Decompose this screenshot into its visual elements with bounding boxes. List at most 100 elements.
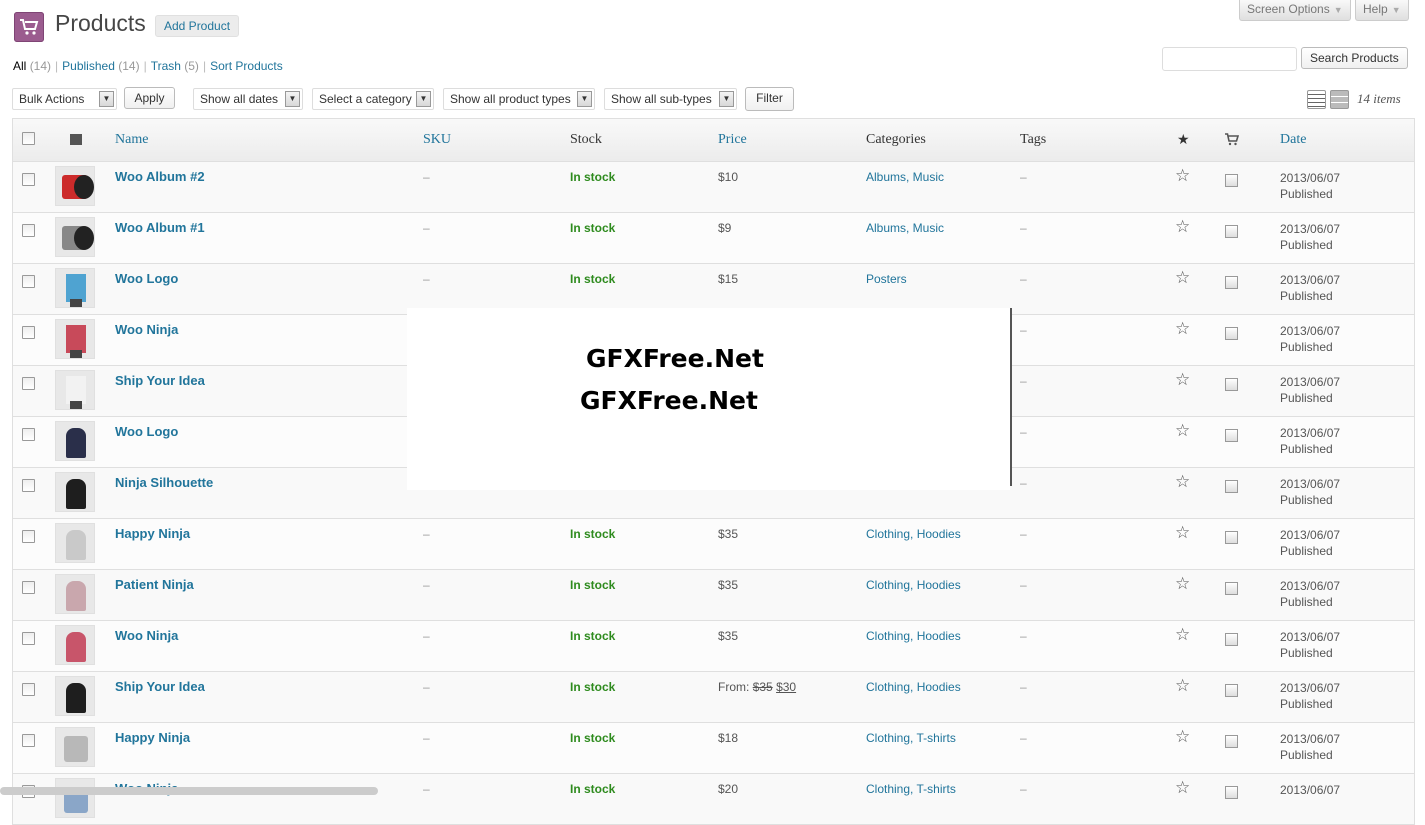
product-thumbnail[interactable]: [55, 370, 95, 410]
bulk-actions-select[interactable]: Bulk Actions ▼: [12, 88, 117, 110]
product-name-link[interactable]: Patient Ninja: [115, 577, 194, 592]
category-links[interactable]: Clothing, Hoodies: [866, 680, 961, 694]
tags-cell: –: [1020, 476, 1027, 490]
category-links[interactable]: Clothing, Hoodies: [866, 527, 961, 541]
product-thumbnail[interactable]: [55, 625, 95, 665]
date-filter-select[interactable]: Show all dates ▼: [193, 88, 303, 110]
category-links[interactable]: Clothing, Hoodies: [866, 629, 961, 643]
column-name[interactable]: Name: [115, 132, 148, 148]
product-name-link[interactable]: Woo Album #2: [115, 169, 205, 184]
product-thumbnail[interactable]: [55, 472, 95, 512]
product-name-link[interactable]: Ninja Silhouette: [115, 475, 213, 490]
category-links[interactable]: Posters: [866, 272, 907, 286]
star-icon[interactable]: ☆: [1175, 625, 1190, 645]
category-filter-select[interactable]: Select a category ▼: [312, 88, 434, 110]
apply-button[interactable]: Apply: [124, 87, 175, 109]
table-header: Name SKU Stock Price Categories Tags ★ D…: [13, 119, 1414, 162]
star-icon[interactable]: ☆: [1175, 370, 1190, 390]
category-links[interactable]: Albums, Music: [866, 170, 944, 184]
horizontal-scrollbar[interactable]: [0, 787, 378, 795]
date-status: Published: [1280, 391, 1333, 405]
date-cell: 2013/06/07: [1280, 782, 1340, 798]
product-thumbnail[interactable]: [55, 268, 95, 308]
excerpt-view-icon[interactable]: [1330, 90, 1349, 109]
product-thumbnail[interactable]: [55, 574, 95, 614]
product-thumbnail[interactable]: [55, 778, 95, 818]
product-name-link[interactable]: Woo Logo: [115, 271, 178, 286]
product-thumbnail[interactable]: [55, 523, 95, 563]
list-view-icon[interactable]: [1307, 90, 1326, 109]
product-thumbnail[interactable]: [55, 421, 95, 461]
star-icon[interactable]: ☆: [1175, 472, 1190, 492]
category-links[interactable]: Clothing, T-shirts: [866, 731, 956, 745]
product-name-link[interactable]: Happy Ninja: [115, 526, 190, 541]
row-checkbox[interactable]: [22, 530, 35, 543]
column-price[interactable]: Price: [718, 132, 747, 148]
row-checkbox[interactable]: [22, 326, 35, 339]
star-icon[interactable]: ☆: [1175, 268, 1190, 288]
star-icon[interactable]: ☆: [1175, 778, 1190, 798]
product-thumbnail[interactable]: [55, 319, 95, 359]
filter-trash[interactable]: Trash: [151, 59, 181, 73]
select-all-checkbox[interactable]: [22, 132, 35, 145]
add-product-button[interactable]: Add Product: [155, 15, 240, 37]
star-icon[interactable]: ☆: [1175, 166, 1190, 186]
filter-published[interactable]: Published: [62, 59, 115, 73]
product-name-link[interactable]: Ship Your Idea: [115, 679, 205, 694]
star-icon[interactable]: ☆: [1175, 523, 1190, 543]
product-thumbnail[interactable]: [55, 727, 95, 767]
star-icon[interactable]: ☆: [1175, 421, 1190, 441]
product-thumbnail[interactable]: [55, 166, 95, 206]
product-thumbnail[interactable]: [55, 217, 95, 257]
column-date[interactable]: Date: [1280, 132, 1306, 148]
search-input[interactable]: [1162, 47, 1297, 71]
date-cell: 2013/06/07 Published: [1280, 476, 1340, 508]
filter-all[interactable]: All: [13, 59, 26, 73]
table-row: Woo Album #2 – In stock $10 Albums, Musi…: [13, 162, 1414, 213]
featured-column-icon[interactable]: ★: [1177, 132, 1190, 149]
row-checkbox[interactable]: [22, 224, 35, 237]
row-checkbox[interactable]: [22, 632, 35, 645]
product-name-link[interactable]: Ship Your Idea: [115, 373, 205, 388]
row-checkbox[interactable]: [22, 479, 35, 492]
help-tab[interactable]: Help ▼: [1355, 0, 1409, 21]
price-cell: From: $35 $30: [718, 680, 796, 694]
star-icon[interactable]: ☆: [1175, 676, 1190, 696]
product-name-link[interactable]: Woo Album #1: [115, 220, 205, 235]
product-name-link[interactable]: Happy Ninja: [115, 730, 190, 745]
table-row: Happy Ninja – In stock $35 Clothing, Hoo…: [13, 519, 1414, 570]
row-checkbox[interactable]: [22, 581, 35, 594]
category-filter-value: Select a category: [319, 92, 412, 106]
sku-cell: –: [423, 731, 430, 745]
star-icon[interactable]: ☆: [1175, 574, 1190, 594]
search-products-button[interactable]: Search Products: [1301, 47, 1408, 69]
category-links[interactable]: Clothing, Hoodies: [866, 578, 961, 592]
product-type-icon: [1225, 786, 1238, 799]
row-checkbox[interactable]: [22, 683, 35, 696]
screen-options-tab[interactable]: Screen Options ▼: [1239, 0, 1351, 21]
column-sku[interactable]: SKU: [423, 132, 451, 148]
sort-products-link[interactable]: Sort Products: [210, 59, 283, 73]
row-checkbox[interactable]: [22, 428, 35, 441]
product-thumbnail[interactable]: [55, 676, 95, 716]
product-name-link[interactable]: Woo Ninja: [115, 322, 178, 337]
filter-button[interactable]: Filter: [745, 87, 794, 111]
product-type-select[interactable]: Show all product types ▼: [443, 88, 595, 110]
row-checkbox[interactable]: [22, 173, 35, 186]
sub-type-select[interactable]: Show all sub-types ▼: [604, 88, 737, 110]
star-icon[interactable]: ☆: [1175, 727, 1190, 747]
star-icon[interactable]: ☆: [1175, 217, 1190, 237]
row-checkbox[interactable]: [22, 734, 35, 747]
category-links[interactable]: Clothing, T-shirts: [866, 782, 956, 796]
date-value: 2013/06/07: [1280, 783, 1341, 797]
row-checkbox[interactable]: [22, 275, 35, 288]
table-row: Woo Ninja – In stock $35 Clothing, Hoodi…: [13, 621, 1414, 672]
product-name-link[interactable]: Woo Logo: [115, 424, 178, 439]
row-checkbox[interactable]: [22, 377, 35, 390]
date-status: Published: [1280, 697, 1333, 711]
star-icon[interactable]: ☆: [1175, 319, 1190, 339]
tags-cell: –: [1020, 221, 1027, 235]
sku-cell: –: [423, 578, 430, 592]
category-links[interactable]: Albums, Music: [866, 221, 944, 235]
product-name-link[interactable]: Woo Ninja: [115, 628, 178, 643]
